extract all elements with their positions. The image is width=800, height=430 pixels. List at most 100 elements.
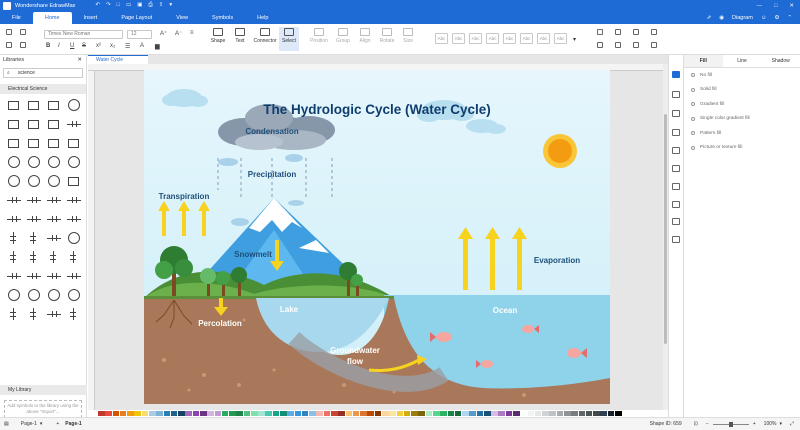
tab-shadow[interactable]: Shadow [761, 55, 800, 67]
color-swatch[interactable] [207, 411, 214, 416]
color-swatch[interactable] [119, 411, 127, 416]
text-tool[interactable]: Text [230, 28, 250, 44]
color-swatch[interactable] [243, 411, 251, 416]
color-swatch[interactable] [396, 411, 404, 416]
symbol-item[interactable] [65, 136, 82, 150]
page-tab[interactable]: Page-1 [65, 421, 81, 427]
tab-home[interactable]: Home [32, 12, 72, 24]
symbol-item[interactable] [25, 269, 42, 283]
color-swatch[interactable] [564, 411, 571, 416]
symbol-item[interactable] [5, 117, 22, 131]
line-style-icon[interactable] [615, 42, 621, 48]
color-swatch[interactable] [352, 411, 360, 416]
color-swatch[interactable] [258, 411, 265, 416]
zoom-level[interactable]: 100% [764, 421, 777, 427]
layer-panel-icon[interactable] [672, 183, 680, 190]
symbol-item[interactable] [5, 136, 22, 150]
size-tool[interactable]: Size [399, 28, 417, 44]
style-swatch-5[interactable]: Abc [503, 33, 516, 44]
undo-icon[interactable]: ↶ [95, 2, 100, 9]
color-swatch[interactable] [199, 411, 207, 416]
format-painter-icon[interactable] [20, 42, 26, 48]
style-swatch-1[interactable]: Abc [435, 33, 448, 44]
line-color-icon[interactable] [597, 42, 603, 48]
color-swatch[interactable] [578, 411, 586, 416]
subscript-icon[interactable]: x₂ [110, 43, 115, 49]
color-swatch[interactable] [105, 411, 112, 416]
symbol-item[interactable] [65, 155, 82, 169]
diagram-menu[interactable]: Diagram [732, 15, 753, 21]
zoom-slider[interactable] [712, 421, 749, 427]
color-swatch[interactable] [600, 411, 607, 416]
tab-insert[interactable]: Insert [72, 12, 110, 24]
zoom-in-icon[interactable]: + [753, 421, 756, 427]
list-panel-icon[interactable] [672, 218, 680, 225]
color-swatch[interactable] [367, 411, 374, 416]
color-swatch[interactable] [403, 411, 411, 416]
symbol-item[interactable] [65, 250, 82, 264]
chevron-down-icon[interactable]: ▾ [779, 421, 782, 427]
color-swatch[interactable] [425, 411, 433, 416]
strikethrough-icon[interactable]: S [82, 43, 86, 49]
bold-icon[interactable]: B [46, 43, 50, 49]
notification-icon[interactable]: ◉ [719, 15, 724, 21]
symbol-item[interactable] [5, 231, 22, 245]
color-swatch[interactable] [112, 411, 120, 416]
fill-option-pattern[interactable]: Pattern fill [684, 126, 800, 141]
color-swatch[interactable] [549, 411, 557, 416]
symbol-item[interactable] [45, 136, 62, 150]
color-swatch[interactable] [374, 411, 382, 416]
minimize-icon[interactable]: — [757, 3, 763, 9]
fit-icon[interactable]: ⊡ [694, 421, 698, 427]
color-swatch[interactable] [469, 411, 476, 416]
fill-option-single-gradient[interactable]: Single color gradient fill [684, 112, 800, 127]
symbol-item[interactable] [45, 212, 62, 226]
chart-panel-icon[interactable] [672, 165, 680, 172]
select-tool[interactable]: Select [279, 27, 299, 51]
more-icon[interactable]: ▾ [169, 2, 172, 9]
font-size-select[interactable]: 12 [127, 30, 152, 39]
shrink-font-icon[interactable]: A⁻ [175, 30, 182, 37]
chevron-down-icon[interactable]: ▾ [40, 421, 43, 427]
group-tool[interactable]: Group [333, 28, 353, 44]
collapse-icon[interactable]: ⌃ [787, 15, 792, 21]
tab-page-layout[interactable]: Page Layout [109, 12, 164, 24]
color-swatch[interactable] [170, 411, 178, 416]
style-swatch-6[interactable]: Abc [520, 33, 533, 44]
canvas-workspace[interactable]: Water Cycle The Hydrologic Cycle (Water … [88, 55, 668, 410]
rotate-tool[interactable]: Rotate [377, 28, 397, 44]
style-swatch-2[interactable]: Abc [452, 33, 465, 44]
tab-fill[interactable]: Fill [684, 55, 723, 67]
align-tool[interactable]: Align [355, 28, 375, 44]
symbol-item[interactable] [25, 288, 42, 302]
maximize-icon[interactable]: □ [774, 3, 777, 9]
document-tab[interactable]: Water Cycle [88, 55, 148, 64]
color-swatch[interactable] [229, 411, 236, 416]
color-swatch[interactable] [520, 411, 527, 416]
fullscreen-icon[interactable] [672, 236, 680, 243]
symbol-item[interactable] [5, 98, 22, 112]
tab-file[interactable]: File [0, 12, 33, 24]
color-swatch[interactable] [134, 411, 141, 416]
color-swatch[interactable] [432, 411, 440, 416]
color-swatch[interactable] [148, 411, 156, 416]
category-electrical-science[interactable]: Electrical Science [0, 84, 86, 94]
symbol-item[interactable] [25, 307, 42, 321]
symbol-item[interactable] [5, 155, 22, 169]
image-panel-icon[interactable] [672, 110, 680, 117]
color-swatch[interactable] [571, 411, 578, 416]
grow-font-icon[interactable]: A⁺ [160, 30, 167, 37]
color-swatch[interactable] [411, 411, 418, 416]
cut-icon[interactable] [6, 29, 12, 35]
tab-symbols[interactable]: Symbols [200, 12, 245, 24]
close-icon[interactable]: ✕ [77, 55, 82, 66]
color-swatch[interactable] [454, 411, 462, 416]
symbol-item[interactable] [45, 269, 62, 283]
color-swatch[interactable] [178, 411, 185, 416]
italic-icon[interactable]: I [58, 43, 60, 49]
color-swatch[interactable] [98, 411, 105, 416]
symbol-item[interactable] [45, 288, 62, 302]
color-swatch[interactable] [301, 411, 309, 416]
page-layout-icon[interactable]: ▤ [4, 421, 9, 427]
export-icon[interactable]: ⇪ [159, 2, 164, 9]
